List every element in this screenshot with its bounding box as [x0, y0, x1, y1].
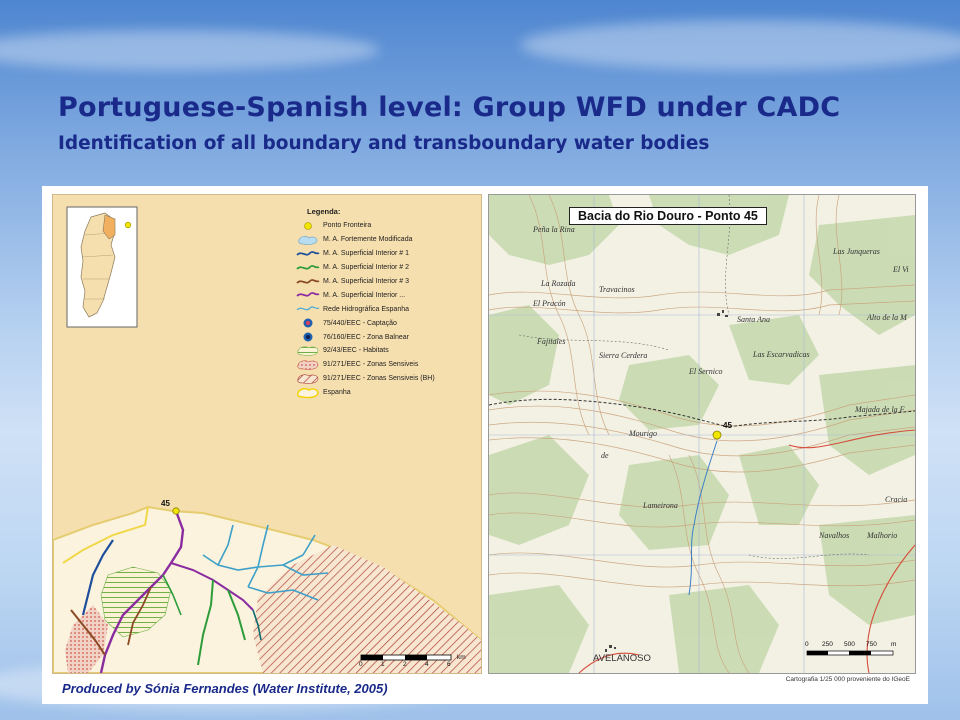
place-label: Sierra Cerdera	[599, 351, 648, 360]
topo-scale-tick: 500	[844, 641, 855, 648]
brown-hatch-icon	[293, 373, 323, 385]
legend-label: M. A. Fortemente Modificada	[323, 236, 413, 244]
place-label: El Pracón	[533, 299, 566, 308]
topo-scale-bar	[806, 650, 894, 656]
topo-point-45	[712, 430, 722, 440]
place-label: El Vi	[893, 265, 909, 274]
purple-line-icon	[293, 289, 323, 301]
place-label: Lameirona	[643, 501, 678, 510]
legend-label: M. A. Superficial Interior # 2	[323, 264, 409, 272]
legend: Legenda: Ponto Fronteira M. A. Fortement…	[293, 207, 479, 400]
place-label: Cracia	[885, 495, 908, 504]
topo-point-45-label: 45	[723, 421, 732, 430]
legend-item: 76/160/EEC - Zona Balnear	[293, 330, 479, 344]
topo-map-title: Bacia do Rio Douro - Ponto 45	[569, 207, 767, 225]
legend-item: M. A. Fortemente Modificada	[293, 233, 479, 247]
place-label: Majada de la F	[855, 405, 905, 414]
legend-title: Legenda:	[307, 207, 341, 216]
place-label: Travacinos	[599, 285, 635, 294]
scale-tick-6: 6	[447, 661, 451, 668]
place-label: de	[601, 451, 609, 460]
scale-tick-1: 1	[381, 661, 385, 668]
overview-map: 45 0 1 2 4 6 km Legenda: Ponto Fronteira…	[52, 194, 482, 674]
light-blue-line-icon	[293, 303, 323, 315]
place-label: Mourigo	[629, 429, 657, 438]
place-label: Las Junqueras	[833, 247, 880, 256]
place-label: AVELANOSO	[593, 653, 651, 664]
yellow-dot-icon	[293, 220, 323, 232]
place-label: Navalhos	[819, 531, 850, 540]
boundary-point-45	[172, 507, 180, 515]
legend-item: M. A. Superficial Interior # 1	[293, 247, 479, 261]
bathing-zone-icon	[293, 331, 323, 343]
legend-label: 75/440/EEC - Captação	[323, 319, 397, 327]
green-line-icon	[293, 262, 323, 274]
legend-label: Espanha	[323, 389, 351, 397]
legend-item: Espanha	[293, 386, 479, 400]
legend-item: 91/271/EEC - Zonas Sensiveis	[293, 358, 479, 372]
legend-label: 91/271/EEC - Zonas Sensiveis	[323, 361, 419, 369]
point-45-label: 45	[161, 499, 170, 508]
light-blue-blob-icon	[293, 234, 323, 246]
scale-unit: km	[457, 654, 466, 661]
topo-scale-tick: 750	[866, 641, 877, 648]
place-label: Alto de la M	[867, 313, 907, 322]
brown-line-icon	[293, 276, 323, 288]
legend-label: M. A. Superficial Interior ...	[323, 291, 406, 299]
blue-line-icon	[293, 248, 323, 260]
legend-label: Rede Hidrográfica Espanha	[323, 305, 409, 313]
legend-label: M. A. Superficial Interior # 3	[323, 278, 409, 285]
credit-line: Produced by Sónia Fernandes (Water Insti…	[62, 681, 388, 696]
place-label: Malhorio	[867, 531, 898, 540]
legend-item: 91/271/EEC - Zonas Sensiveis (BH)	[293, 372, 479, 386]
scale-tick-0: 0	[359, 661, 363, 668]
topo-scale-unit: m	[891, 641, 897, 648]
place-label: Fajitales	[537, 337, 566, 346]
topo-scale-tick: 0	[805, 641, 809, 648]
scale-tick-2: 2	[403, 661, 407, 668]
red-pattern-icon	[293, 359, 323, 371]
overview-scale-bar	[360, 654, 452, 661]
slide-subtitle: Identification of all boundary and trans…	[58, 133, 710, 154]
map-panel: 45 0 1 2 4 6 km Legenda: Ponto Fronteira…	[42, 186, 928, 704]
legend-label: Ponto Fronteira	[323, 222, 372, 230]
slide-title: Portuguese-Spanish level: Group WFD unde…	[58, 92, 841, 123]
green-hatch-icon	[293, 345, 323, 357]
legend-item: 75/440/EEC - Captação	[293, 316, 479, 330]
place-label: Peña la Rina	[533, 225, 575, 234]
scale-tick-4: 4	[425, 661, 429, 668]
legend-label: 76/160/EEC - Zona Balnear	[323, 333, 409, 341]
yellow-outline-icon	[293, 387, 323, 399]
cloud-streak	[0, 30, 380, 70]
cloud-streak	[520, 20, 960, 70]
legend-label: 91/271/EEC - Zonas Sensiveis (BH)	[323, 375, 435, 383]
legend-item: M. A. Superficial Interior ...	[293, 288, 479, 302]
place-label: La Rozada	[541, 279, 576, 288]
place-label: Las Escarvadicas	[753, 350, 810, 359]
place-label: El Sernico	[689, 367, 723, 376]
place-label: Santa Ana	[737, 315, 770, 324]
legend-item: M. A. Superficial Interior # 3	[293, 275, 479, 289]
legend-label: M. A. Superficial Interior # 1	[323, 250, 409, 258]
legend-item: M. A. Superficial Interior # 2	[293, 261, 479, 275]
topographic-map-canvas	[489, 195, 915, 673]
legend-item: 92/43/EEC - Habitats	[293, 344, 479, 358]
capture-point-icon	[293, 317, 323, 329]
topographic-map: Bacia do Rio Douro - Ponto 45 45 Peña la…	[488, 194, 916, 674]
topo-scale-tick: 250	[822, 641, 833, 648]
legend-item: Rede Hidrográfica Espanha	[293, 302, 479, 316]
legend-label: 92/43/EEC - Habitats	[323, 347, 389, 355]
cartography-note: Cartografia 1/25 000 proveniente do IGeo…	[785, 676, 910, 683]
legend-item: Ponto Fronteira	[293, 219, 479, 233]
